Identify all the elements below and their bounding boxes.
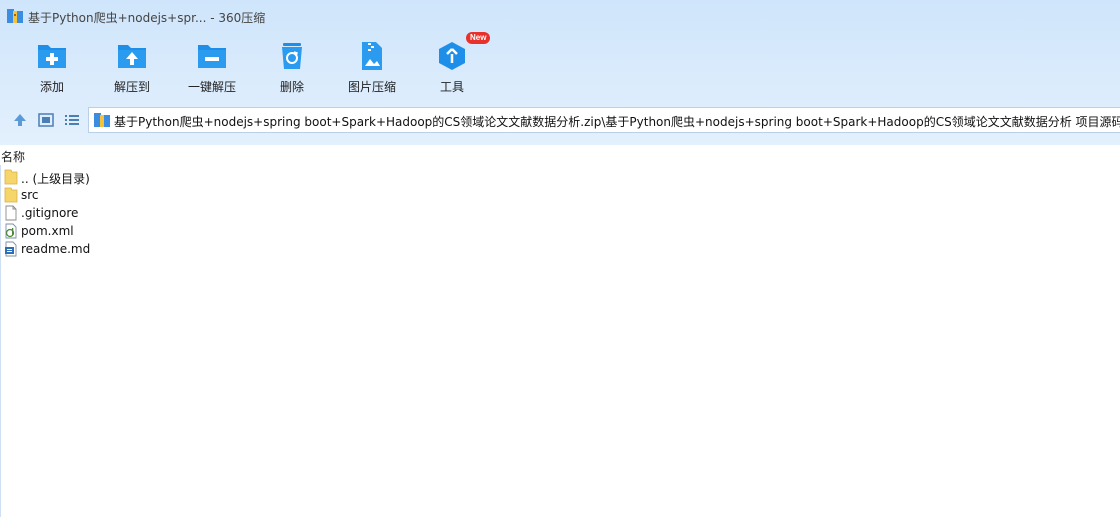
folder-icon bbox=[4, 169, 18, 185]
list-item-pom-xml[interactable]: pom.xml bbox=[0, 222, 1120, 240]
delete-button[interactable]: 删除 bbox=[252, 36, 332, 96]
delete-label: 删除 bbox=[279, 80, 304, 94]
file-name: pom.xml bbox=[21, 224, 74, 238]
address-bar[interactable]: 基于Python爬虫+nodejs+spring boot+Spark+Hado… bbox=[88, 107, 1120, 133]
extract-to-label: 解压到 bbox=[113, 80, 150, 94]
one-click-extract-icon bbox=[198, 45, 226, 68]
one-click-extract-label: 一键解压 bbox=[187, 80, 236, 94]
tools-cube-icon bbox=[439, 42, 465, 70]
recycle-bin-icon bbox=[282, 43, 302, 69]
new-badge: New bbox=[466, 32, 491, 44]
window-title: 基于Python爬虫+nodejs+spr... - 360压缩 bbox=[28, 11, 266, 25]
file-name: readme.md bbox=[21, 242, 91, 256]
tools-label: 工具 bbox=[439, 80, 464, 94]
list-item-src[interactable]: src bbox=[0, 186, 1120, 204]
one-click-extract-button[interactable]: 一键解压 bbox=[172, 36, 252, 96]
toolbar: 添加 解压到 一键解压 删除 图片压缩 New 工具 bbox=[0, 32, 1120, 98]
add-button[interactable]: 添加 bbox=[12, 36, 92, 96]
list-item-gitignore[interactable]: .gitignore bbox=[0, 204, 1120, 222]
navigation-row: 基于Python爬虫+nodejs+spring boot+Spark+Hado… bbox=[0, 105, 1120, 135]
thumbnail-view-icon[interactable] bbox=[37, 111, 55, 129]
file-icon bbox=[5, 205, 17, 221]
column-header-name[interactable]: 名称 bbox=[0, 145, 1120, 165]
up-arrow-icon[interactable] bbox=[11, 111, 29, 129]
title-bar: 基于Python爬虫+nodejs+spr... - 360压缩 bbox=[0, 0, 1120, 32]
folder-icon bbox=[4, 187, 18, 203]
file-list: .. (上级目录) src .gitignore pom.xml readme.… bbox=[0, 168, 1120, 258]
image-compress-label: 图片压缩 bbox=[347, 80, 396, 94]
image-compress-button[interactable]: 图片压缩 bbox=[332, 36, 412, 96]
list-item-parent-dir[interactable]: .. (上级目录) bbox=[0, 168, 1120, 186]
header-area: 基于Python爬虫+nodejs+spr... - 360压缩 添加 解压到 bbox=[0, 0, 1120, 145]
column-name-label: 名称 bbox=[1, 150, 26, 164]
archive-path-icon bbox=[94, 113, 110, 127]
image-zip-icon bbox=[362, 42, 382, 70]
address-path: 基于Python爬虫+nodejs+spring boot+Spark+Hado… bbox=[114, 115, 1120, 129]
list-item-readme-md[interactable]: readme.md bbox=[0, 240, 1120, 258]
md-file-icon bbox=[5, 241, 17, 257]
extract-folder-icon bbox=[118, 45, 146, 68]
add-label: 添加 bbox=[39, 80, 64, 94]
add-folder-icon bbox=[38, 45, 66, 68]
list-view-icon[interactable] bbox=[63, 111, 81, 129]
file-name: .. (上级目录) bbox=[21, 172, 90, 186]
tools-button[interactable]: New 工具 bbox=[412, 32, 492, 96]
xml-file-icon bbox=[5, 223, 17, 239]
file-name: src bbox=[21, 188, 39, 202]
archive-app-icon bbox=[7, 9, 23, 23]
file-name: .gitignore bbox=[21, 206, 79, 220]
extract-to-button[interactable]: 解压到 bbox=[92, 36, 172, 96]
